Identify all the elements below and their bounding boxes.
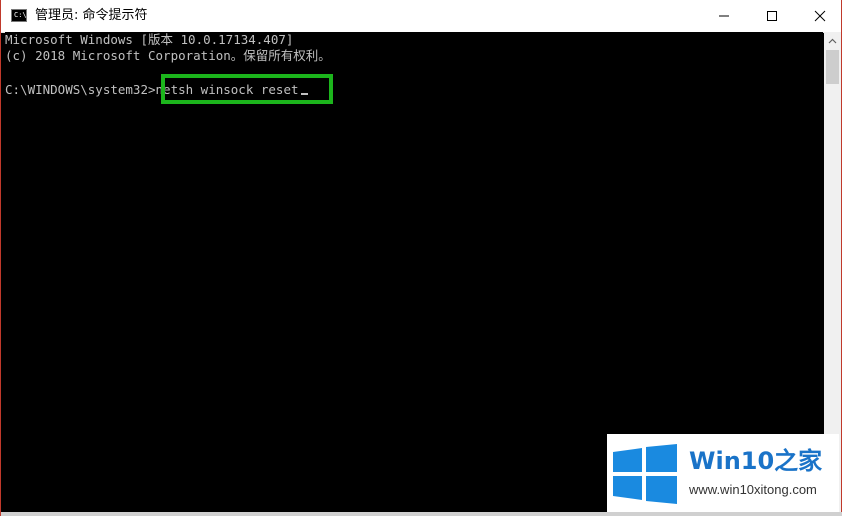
cmd-app-icon-text: C:\ [14, 11, 27, 19]
version-line: Microsoft Windows [版本 10.0.17134.407] [5, 32, 294, 47]
bottom-edge [1, 512, 842, 516]
minimize-icon [719, 15, 729, 17]
maximize-button[interactable] [749, 0, 795, 32]
minimize-button[interactable] [701, 0, 747, 32]
title-bar[interactable]: C:\ 管理员: 命令提示符 [1, 0, 841, 33]
scroll-thumb[interactable] [826, 50, 839, 84]
watermark-title: Win10之家 [689, 447, 823, 475]
prompt-text: C:\WINDOWS\system32> [5, 82, 156, 97]
watermark-url: www.win10xitong.com [689, 482, 817, 497]
maximize-icon [767, 11, 777, 21]
cmd-app-icon[interactable]: C:\ [11, 9, 27, 22]
chevron-up-icon [828, 38, 837, 43]
cmd-window: C:\ 管理员: 命令提示符 Microsoft Windows [版本 10.… [0, 0, 842, 516]
watermark: Win10之家 www.win10xitong.com [607, 434, 839, 512]
scroll-up-button[interactable] [824, 32, 841, 49]
window-title: 管理员: 命令提示符 [35, 8, 148, 23]
close-icon [814, 10, 826, 22]
windows-logo-icon [613, 444, 677, 504]
copyright-line: (c) 2018 Microsoft Corporation。保留所有权利。 [5, 48, 331, 63]
command-highlight-box [161, 74, 333, 104]
close-button[interactable] [797, 0, 842, 32]
